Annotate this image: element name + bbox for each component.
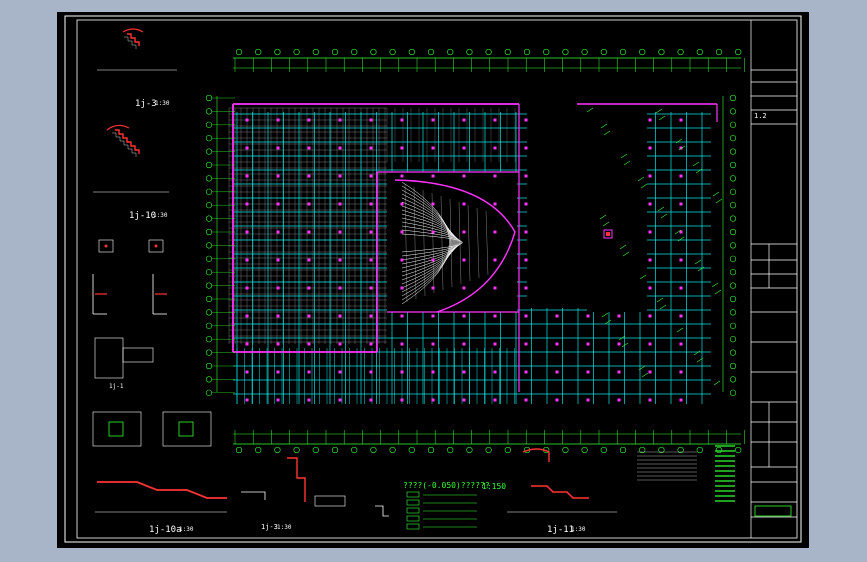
section-scale-4: 1:30: [571, 526, 586, 533]
section-label-1j3b: 1j-3: [261, 523, 278, 531]
title-block-rev: 1.2: [754, 112, 767, 120]
floor-plan: [205, 48, 745, 530]
section-label-1j10a: 1j-10a: [149, 525, 182, 535]
drawing-sheet: [64, 15, 802, 543]
section-label-1j3: 1j-3: [135, 99, 157, 109]
section-scale-6: 1:30: [277, 524, 292, 531]
section-scale-1: 1:30: [155, 100, 170, 107]
plan-scale: 1:150: [482, 482, 507, 491]
auditorium-seating: [387, 172, 517, 313]
title-block-stamp: [754, 505, 792, 517]
section-scale-2: 1:30: [153, 212, 168, 219]
title-block: [750, 20, 797, 538]
plan-title: ????(-0.050)??????: [403, 481, 490, 490]
section-label-1j1: 1j-1: [109, 383, 124, 390]
cad-viewport[interactable]: 1.2 ????(-0.050)?????? 1:150 1j-3 1:30 1…: [57, 12, 809, 548]
section-scale-3: 1:30: [179, 526, 194, 533]
